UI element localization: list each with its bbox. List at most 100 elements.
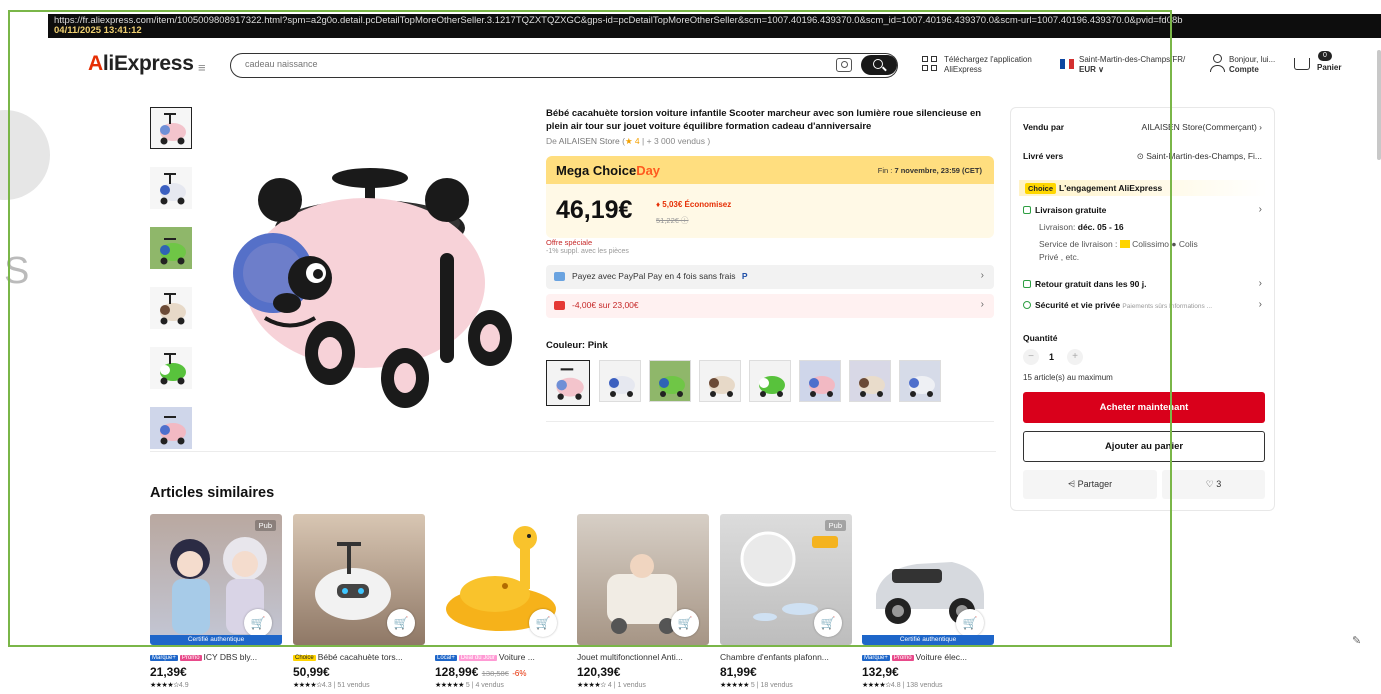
swatch-green[interactable] xyxy=(749,360,791,402)
swatch-pink[interactable] xyxy=(546,360,590,406)
similar-item-rating: ★★★★★ 5 | 18 vendus xyxy=(720,681,852,689)
similar-item-name[interactable]: Choice Bébé cacahuète tors... xyxy=(293,652,425,662)
similar-item-image[interactable]: Pub 🛒 xyxy=(720,514,852,645)
add-to-cart-icon[interactable]: 🛒 xyxy=(244,609,272,637)
coupon-icon xyxy=(554,301,565,310)
account-menu[interactable]: Bonjour, lui... Compte xyxy=(1229,55,1275,75)
authentic-band: Certifié authentique xyxy=(862,635,994,645)
quantity-value[interactable]: 1 xyxy=(1049,352,1054,362)
old-price-value: 51,22€ xyxy=(656,216,679,225)
user-icon[interactable] xyxy=(1210,54,1225,74)
free-return-text: Retour gratuit dans les 90 j. xyxy=(1035,279,1147,289)
pencil-icon[interactable]: ✎ xyxy=(1352,634,1361,647)
promo-title: Mega ChoiceDay xyxy=(556,163,660,178)
swatch-white-blue[interactable] xyxy=(599,360,641,402)
promo-title-day: Day xyxy=(636,163,661,178)
similar-item-name[interactable]: Marque+ Promo ICY DBS bly... xyxy=(150,652,282,662)
similar-item-rating: ★★★★☆4.8 | 138 vendus xyxy=(862,681,994,689)
app-line1: Téléchargez l'application xyxy=(944,55,1032,64)
swatch-green-blue[interactable] xyxy=(649,360,691,402)
return-icon xyxy=(1023,280,1031,288)
chevron-right-icon[interactable]: › xyxy=(1259,299,1262,310)
app-line2: AliExpress xyxy=(944,65,982,74)
product-info: Bébé cacahuète torsion voiture infantile… xyxy=(546,108,996,422)
swatch-white-gray[interactable] xyxy=(899,360,941,402)
sold-by-value[interactable]: AILAISEN Store(Commerçant) › xyxy=(1142,122,1262,132)
thumbnail-pink-2[interactable] xyxy=(150,407,192,449)
similar-item-price: 21,39€ xyxy=(150,665,187,679)
similar-item-image[interactable]: 🛒 xyxy=(577,514,709,645)
search-button[interactable] xyxy=(861,55,897,75)
choice-badge: Choice xyxy=(1025,183,1057,194)
add-to-cart-icon[interactable]: 🛒 xyxy=(387,609,415,637)
download-app-link[interactable]: Téléchargez l'application AliExpress xyxy=(944,55,1032,75)
color-label: Couleur: Pink xyxy=(546,340,608,351)
thumbnail-pink[interactable] xyxy=(150,107,192,149)
similar-item-image[interactable]: Pub 🛒 Certifié authentique xyxy=(150,514,282,645)
tag-brand: Marque+ xyxy=(150,655,178,661)
aliexpress-logo[interactable]: AliExpress xyxy=(88,52,194,76)
similar-item-card[interactable]: 🛒 Certifié authentique Marque+ Promo Voitu… xyxy=(862,514,994,689)
wishlist-button[interactable]: ♡ 3 xyxy=(1162,470,1265,499)
quantity-label: Quantité xyxy=(1023,333,1058,343)
thumbnail-green-2[interactable] xyxy=(150,347,192,389)
free-delivery-row[interactable]: Livraison gratuite xyxy=(1023,205,1106,215)
quantity-increase-button[interactable]: + xyxy=(1067,349,1083,365)
similar-item-card[interactable]: 🛒 Jouet multifonctionnel Anti... 120,39€… xyxy=(577,514,709,689)
info-icon[interactable]: ⓘ xyxy=(681,216,689,225)
free-return-row[interactable]: Retour gratuit dans les 90 j. xyxy=(1023,279,1146,289)
search-input[interactable] xyxy=(245,59,805,69)
rating-value: 4 xyxy=(607,682,612,689)
add-to-cart-icon[interactable]: 🛒 xyxy=(956,609,984,637)
location-selector[interactable]: Saint-Martin-des-Champs/FR/ EUR ∨ xyxy=(1079,55,1185,75)
similar-item-card[interactable]: 🛒 Choice Bébé cacahuète tors... 50,99€ ★★… xyxy=(293,514,425,689)
menu-icon[interactable]: ≡ xyxy=(198,60,206,75)
swatch-beige[interactable] xyxy=(849,360,891,402)
cart-icon[interactable] xyxy=(1294,58,1310,70)
old-price: 51,22€ ⓘ xyxy=(656,215,689,226)
similar-item-name[interactable]: Local+ Deal du Jour Voiture ... xyxy=(435,652,567,662)
colis-prive-icon: ● xyxy=(1171,239,1177,249)
similar-item-name[interactable]: Chambre d'enfants plafonn... xyxy=(720,652,852,662)
thumbnail-green[interactable] xyxy=(150,227,192,269)
ship-to-value[interactable]: ⊙ Saint-Martin-des-Champs, Fi... xyxy=(1137,151,1262,162)
add-to-cart-icon[interactable]: 🛒 xyxy=(529,609,557,637)
divider xyxy=(546,421,994,422)
chevron-right-icon[interactable]: › xyxy=(1259,278,1262,289)
thumbnail-white[interactable] xyxy=(150,167,192,209)
security-row[interactable]: Sécurité et vie privée Paiements sûrs In… xyxy=(1023,300,1212,310)
coupon-row[interactable]: -4,00€ sur 23,00€ › xyxy=(546,294,994,318)
ad-label: Pub xyxy=(254,520,276,531)
similar-item-card[interactable]: Pub 🛒 Chambre d'enfants plafonn... 81,99… xyxy=(720,514,852,689)
similar-item-image[interactable]: 🛒 Certifié authentique xyxy=(862,514,994,645)
similar-item-name[interactable]: Marque+ Promo Voiture élec... xyxy=(862,652,994,662)
paypal-installments-row[interactable]: Payez avec PayPal Pay en 4 fois sans fra… xyxy=(546,265,994,289)
add-to-cart-icon[interactable]: 🛒 xyxy=(671,609,699,637)
cart-label[interactable]: Panier xyxy=(1317,63,1341,72)
swatch-brown[interactable] xyxy=(699,360,741,402)
similar-item-price: 50,99€ xyxy=(293,665,330,679)
store-link[interactable]: AILAISEN Store xyxy=(559,136,620,146)
similar-item-card[interactable]: Pub 🛒 Certifié authentique Marque+ Promo I… xyxy=(150,514,282,689)
similar-item-rating: ★★★★☆4.3 | 51 vendus xyxy=(293,681,425,689)
share-button[interactable]: ⩤ Partager xyxy=(1023,470,1157,499)
old-price: 138,58€ xyxy=(481,669,509,678)
camera-search-icon[interactable] xyxy=(836,58,852,72)
similar-item-card[interactable]: 🛒 Local+ Deal du Jour Voiture ... 128,99€ … xyxy=(435,514,567,689)
url-bar[interactable]: https://fr.aliexpress.com/item/100500980… xyxy=(48,14,1381,38)
thumbnail-brown[interactable] xyxy=(150,287,192,329)
wishlist-count: 3 xyxy=(1216,479,1222,489)
similar-item-image[interactable]: 🛒 xyxy=(435,514,567,645)
similar-item-image[interactable]: 🛒 xyxy=(293,514,425,645)
add-to-cart-icon[interactable]: 🛒 xyxy=(814,609,842,637)
page-scrollbar[interactable] xyxy=(1377,50,1381,160)
timestamp: 04/11/2025 13:41:12 xyxy=(54,25,142,36)
similar-item-name[interactable]: Jouet multifonctionnel Anti... xyxy=(577,652,709,662)
add-to-cart-button[interactable]: Ajouter au panier xyxy=(1023,431,1265,462)
swatch-pink-2[interactable] xyxy=(799,360,841,402)
product-main-image[interactable] xyxy=(215,108,525,418)
quantity-decrease-button[interactable]: − xyxy=(1023,349,1039,365)
chevron-right-icon[interactable]: › xyxy=(1259,204,1262,215)
buy-now-button[interactable]: Acheter maintenant xyxy=(1023,392,1265,423)
qr-code-icon[interactable] xyxy=(922,56,938,72)
